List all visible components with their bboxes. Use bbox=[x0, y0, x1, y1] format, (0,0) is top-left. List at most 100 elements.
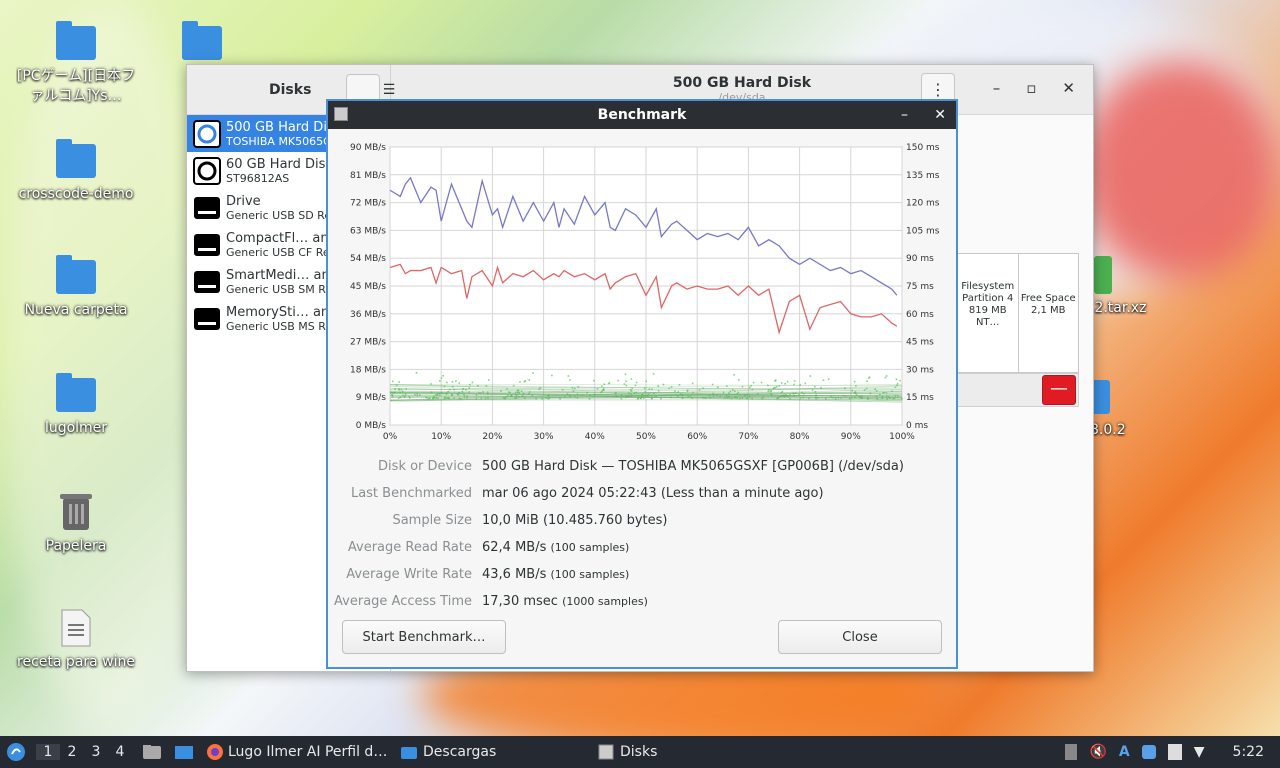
mute-icon[interactable]: 🔇 bbox=[1089, 744, 1106, 760]
quicklaunch-desktop[interactable] bbox=[168, 736, 200, 768]
keyboard-layout-icon[interactable]: A bbox=[1119, 744, 1130, 760]
access-time-point bbox=[780, 382, 783, 384]
hard-disk-icon bbox=[193, 156, 221, 185]
access-time-point bbox=[775, 386, 778, 388]
access-time-point bbox=[793, 380, 796, 382]
access-time-point bbox=[471, 381, 474, 384]
quicklaunch-files[interactable] bbox=[136, 736, 168, 768]
close-button[interactable]: Close bbox=[778, 620, 942, 654]
y-right-tick-label: 45 ms bbox=[906, 338, 934, 348]
access-time-point bbox=[814, 385, 816, 388]
access-time-point bbox=[436, 394, 438, 397]
app-menu-button[interactable] bbox=[0, 736, 32, 768]
y-left-tick-label: 0 MB/s bbox=[356, 421, 387, 431]
desktop-icon-home[interactable]: lugolmer bbox=[16, 373, 136, 438]
desktop-icon-ys-folder[interactable]: [PCゲーム][日本ファルコム]Ys… bbox=[16, 21, 136, 106]
close-window-button[interactable]: ✕ bbox=[1062, 79, 1075, 97]
file-manager-icon bbox=[143, 745, 161, 759]
workspace-4[interactable]: 4 bbox=[108, 744, 132, 760]
x-tick-label: 50% bbox=[636, 432, 656, 442]
archive-icon bbox=[1094, 256, 1112, 294]
window-title: 500 GB Hard Disk bbox=[672, 75, 812, 91]
access-time-point bbox=[635, 381, 638, 384]
y-left-tick-label: 9 MB/s bbox=[356, 393, 387, 403]
wallpaper-umbrella bbox=[1080, 60, 1280, 280]
x-tick-label: 10% bbox=[431, 432, 451, 442]
card-reader-icon bbox=[194, 307, 220, 330]
access-time-point bbox=[391, 380, 394, 383]
folder-icon bbox=[56, 21, 96, 60]
desktop-icon-nueva-carpeta[interactable]: Nueva carpeta bbox=[16, 255, 136, 320]
start-benchmark-button[interactable]: Start Benchmark… bbox=[342, 620, 506, 654]
dialog-close-button[interactable]: ✕ bbox=[934, 101, 946, 129]
y-left-tick-label: 45 MB/s bbox=[350, 282, 386, 292]
access-time-point bbox=[820, 386, 822, 389]
y-right-tick-label: 120 ms bbox=[906, 199, 940, 209]
system-tray: 🔇 A ▼ 5:22 bbox=[1065, 744, 1280, 760]
notification-icon[interactable] bbox=[1141, 745, 1156, 759]
maximize-button[interactable]: ▫ bbox=[1026, 79, 1036, 97]
desktop-icon-crosscode[interactable]: crosscode-demo bbox=[16, 139, 136, 204]
y-left-tick-label: 36 MB/s bbox=[350, 310, 386, 320]
clipboard-icon[interactable] bbox=[1065, 744, 1078, 760]
access-time-point bbox=[868, 377, 870, 380]
y-left-tick-label: 81 MB/s bbox=[350, 171, 386, 181]
access-time-point bbox=[608, 382, 611, 384]
desktop-icon-trash[interactable]: Papelera bbox=[16, 492, 136, 556]
access-time-point bbox=[451, 380, 454, 383]
access-time-point bbox=[645, 380, 648, 383]
x-tick-label: 30% bbox=[534, 432, 554, 442]
access-time-point bbox=[440, 377, 443, 379]
access-time-point bbox=[884, 376, 887, 379]
dialog-title: Benchmark bbox=[597, 107, 687, 123]
dialog-titlebar: Benchmark – ✕ bbox=[328, 101, 956, 129]
task-disks[interactable]: Disks bbox=[592, 736, 772, 768]
access-time-point bbox=[738, 379, 740, 381]
y-left-tick-label: 54 MB/s bbox=[350, 254, 386, 264]
partition-map: Filesystem Partition 4 819 MB NT… Free S… bbox=[957, 253, 1079, 373]
access-time-point bbox=[716, 386, 719, 389]
minus-icon: — bbox=[1050, 378, 1068, 399]
access-time-point bbox=[809, 375, 812, 377]
access-time-point bbox=[617, 379, 619, 382]
desktop-icon-network-folder[interactable] bbox=[182, 21, 222, 66]
access-time-point bbox=[827, 378, 830, 380]
desktop-icon-802[interactable]: 8.0.2 bbox=[1090, 380, 1140, 440]
access-time-point bbox=[625, 380, 627, 383]
benchmark-info: Disk or Device 500 GB Hard Disk — TOSHIBA… bbox=[328, 453, 956, 615]
desktop-icon-tarxz[interactable]: .2.tar.xz bbox=[1090, 256, 1160, 318]
network-icon[interactable]: ▼ bbox=[1194, 744, 1205, 760]
workspace-2[interactable]: 2 bbox=[60, 744, 84, 760]
access-time-point bbox=[760, 381, 763, 384]
updates-icon[interactable] bbox=[1167, 744, 1182, 760]
text-file-icon bbox=[61, 609, 91, 647]
y-right-tick-label: 105 ms bbox=[906, 226, 940, 236]
free-space[interactable]: Free Space 2,1 MB bbox=[1019, 254, 1079, 372]
x-tick-label: 60% bbox=[687, 432, 707, 442]
task-firefox[interactable]: Lugo Ilmer AI Perfil d… bbox=[200, 736, 394, 768]
task-descargas[interactable]: Descargas bbox=[394, 736, 592, 768]
x-tick-label: 0% bbox=[383, 432, 398, 442]
access-time-point bbox=[439, 380, 441, 382]
workspace-3[interactable]: 3 bbox=[84, 744, 108, 760]
workspace-1[interactable]: 1 bbox=[36, 744, 60, 760]
desktop-icon-receta[interactable]: receta para wine bbox=[16, 608, 136, 672]
access-time-point bbox=[532, 372, 534, 374]
access-time-point bbox=[551, 374, 553, 377]
partition-4[interactable]: Filesystem Partition 4 819 MB NT… bbox=[958, 254, 1019, 372]
minimize-button[interactable]: – bbox=[993, 79, 1001, 97]
access-time-point bbox=[899, 379, 901, 382]
clock[interactable]: 5:22 bbox=[1233, 744, 1264, 760]
y-right-tick-label: 0 ms bbox=[906, 421, 928, 431]
access-time-point bbox=[398, 381, 400, 383]
y-left-tick-label: 90 MB/s bbox=[350, 143, 386, 153]
dialog-minimize-button[interactable]: – bbox=[901, 101, 908, 129]
access-time-point bbox=[593, 379, 595, 382]
trash-icon bbox=[60, 494, 92, 530]
y-left-tick-label: 18 MB/s bbox=[350, 365, 386, 375]
y-right-tick-label: 90 ms bbox=[906, 254, 934, 264]
info-row-sample: Sample Size 10,0 MiB (10.485.760 bytes) bbox=[392, 513, 668, 528]
workspace-switcher: 1 2 3 4 bbox=[32, 736, 136, 768]
access-time-point bbox=[528, 379, 531, 381]
delete-partition-button[interactable]: — bbox=[1042, 375, 1076, 405]
